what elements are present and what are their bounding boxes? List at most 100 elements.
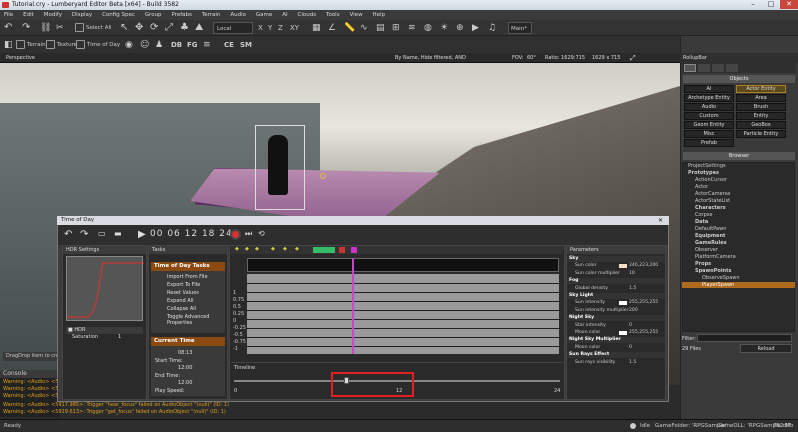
axis-x-button[interactable]: X bbox=[258, 22, 263, 34]
layers-icon[interactable]: ≋ bbox=[408, 22, 416, 34]
sm-button[interactable]: SM bbox=[240, 39, 252, 51]
menu-audio[interactable]: Audio bbox=[226, 10, 250, 20]
tod-next-icon[interactable]: ⏭ bbox=[245, 229, 252, 239]
param-value[interactable]: 200 bbox=[629, 308, 638, 314]
character-figure[interactable] bbox=[268, 135, 288, 195]
menu-view[interactable]: View bbox=[346, 10, 367, 20]
param-row[interactable]: Moon color 0 bbox=[567, 345, 665, 351]
tod-redo-icon[interactable]: ↷ bbox=[80, 229, 88, 240]
menu-file[interactable]: File bbox=[0, 10, 17, 20]
object-button-geobox[interactable]: GeoBox bbox=[736, 121, 786, 129]
redo-icon[interactable]: ↷ bbox=[22, 22, 30, 34]
menu-group[interactable]: Group bbox=[141, 10, 166, 20]
color-swatch[interactable] bbox=[619, 264, 627, 269]
object-button-geom-entity[interactable]: Geom Entity bbox=[684, 121, 734, 129]
param-row[interactable]: Sun color multiplier 10 bbox=[567, 271, 665, 277]
fov-value[interactable]: 60° bbox=[527, 53, 536, 63]
task-export[interactable]: Export To File bbox=[167, 282, 200, 288]
param-value[interactable]: 246,223,200 bbox=[629, 263, 658, 269]
menu-ai[interactable]: AI bbox=[278, 10, 291, 20]
tree-item[interactable]: ActorCameras bbox=[695, 191, 730, 197]
axis-xy-button[interactable]: XY bbox=[290, 22, 299, 34]
tree-item[interactable]: Actor bbox=[695, 184, 708, 190]
tod-play-icon[interactable]: ▶ bbox=[138, 229, 146, 240]
object-button-audio[interactable]: Audio bbox=[684, 103, 734, 111]
tod-import-icon[interactable]: ▭ bbox=[98, 229, 106, 238]
curve-editor-icon[interactable]: ∿ bbox=[360, 22, 368, 34]
color-swatch[interactable] bbox=[619, 301, 627, 306]
texture-button[interactable]: Texture bbox=[46, 39, 77, 51]
viewport-name[interactable]: Perspective bbox=[6, 53, 35, 63]
task-collapse-all[interactable]: Collapse All bbox=[167, 306, 196, 312]
object-button-entity[interactable]: Entity bbox=[736, 112, 786, 120]
menu-prefabs[interactable]: Prefabs bbox=[167, 10, 195, 20]
tree-item[interactable]: ProjectSettings bbox=[688, 163, 726, 169]
object-button-particle-entity[interactable]: Particle Entity bbox=[736, 130, 786, 138]
key-tool-icon[interactable]: ◆ bbox=[255, 246, 259, 252]
flowgraph-icon[interactable]: ⊞ bbox=[392, 22, 400, 34]
object-button-custom[interactable]: Custom bbox=[684, 112, 734, 120]
menu-modify[interactable]: Modify bbox=[40, 10, 66, 20]
param-value[interactable]: 255,255,255 bbox=[629, 330, 658, 336]
tree-item[interactable]: DefaultPawn bbox=[695, 226, 726, 232]
rotate-tool-icon[interactable]: ⟳ bbox=[150, 22, 158, 34]
ai-point-icon[interactable]: ♣ bbox=[180, 22, 189, 34]
tree-item[interactable]: SpawnPoints bbox=[695, 268, 731, 274]
param-value[interactable]: 0 bbox=[629, 345, 632, 351]
current-time-marker[interactable] bbox=[352, 258, 354, 354]
tree-item[interactable]: ActionCursor bbox=[695, 177, 727, 183]
tangent-tools-icon[interactable] bbox=[313, 247, 335, 253]
menu-game[interactable]: Game bbox=[252, 10, 276, 20]
tree-item[interactable]: Equipment bbox=[695, 233, 725, 239]
axis-y-button[interactable]: Y bbox=[268, 22, 272, 34]
object-button-ai[interactable]: AI bbox=[684, 85, 734, 93]
param-group-header[interactable]: Night Sky Multiplier bbox=[567, 337, 665, 344]
select-tool-icon[interactable]: ↖ bbox=[120, 22, 128, 34]
menu-help[interactable]: Help bbox=[369, 10, 390, 20]
param-value[interactable]: 1.5 bbox=[629, 360, 636, 366]
db-button[interactable]: DB bbox=[171, 39, 182, 51]
move-tool-icon[interactable]: ✥ bbox=[135, 22, 143, 34]
graph-icon[interactable]: ▤ bbox=[376, 22, 385, 34]
tod-save-icon[interactable]: ▬ bbox=[114, 229, 122, 238]
tod-close-icon[interactable]: ✕ bbox=[658, 216, 663, 225]
param-row[interactable]: Sun intensity 255,255,255 bbox=[567, 300, 665, 306]
time-of-day-button[interactable]: Time of Day bbox=[76, 39, 120, 51]
tree-item[interactable]: Props bbox=[695, 261, 711, 267]
tree-item[interactable]: Observer bbox=[695, 247, 718, 253]
viewport-filter[interactable]: By Name, Hide filtered, AND bbox=[395, 53, 466, 63]
tree-item-selected[interactable]: PlayerSpawn bbox=[682, 282, 795, 288]
main-layer-select[interactable]: Main* bbox=[508, 22, 532, 34]
character-editor-icon[interactable]: ☺ bbox=[140, 39, 149, 51]
param-value[interactable]: 10 bbox=[629, 271, 635, 277]
terrain-button[interactable]: Terrain bbox=[16, 39, 46, 51]
param-row[interactable]: Sun intensity multiplier 200 bbox=[567, 308, 665, 314]
param-value[interactable]: 0 bbox=[629, 323, 632, 329]
rollup-terrain-tab-icon[interactable] bbox=[698, 64, 710, 72]
object-button-actor-entity[interactable]: Actor Entity bbox=[736, 85, 786, 93]
ce-button[interactable]: CE bbox=[224, 39, 234, 51]
hdr-saturation-value[interactable]: 1 bbox=[118, 334, 121, 341]
tree-item[interactable]: GameRules bbox=[695, 240, 727, 246]
tod-undo-icon[interactable]: ↶ bbox=[64, 229, 72, 240]
coord-system-select[interactable]: Local bbox=[213, 22, 253, 34]
key-tool-icon[interactable]: ◆ bbox=[283, 246, 287, 252]
start-time-value[interactable]: 12:00 bbox=[178, 365, 192, 371]
material-editor-icon[interactable]: ◉ bbox=[125, 39, 133, 51]
key-tool-icon[interactable]: ◆ bbox=[245, 246, 249, 252]
tree-item[interactable]: Corpse bbox=[695, 212, 712, 218]
ruler-icon[interactable]: 📏 bbox=[344, 22, 355, 34]
current-time-value[interactable]: 08:13 bbox=[178, 350, 192, 356]
minimize-button[interactable]: – bbox=[744, 0, 762, 9]
tree-item[interactable]: Prototypes bbox=[688, 170, 719, 176]
close-button[interactable]: ✕ bbox=[780, 0, 798, 9]
object-button-misc[interactable]: Misc bbox=[684, 130, 734, 138]
snap-grid-icon[interactable]: ▦ bbox=[312, 22, 321, 34]
key-tool-icon[interactable]: ◆ bbox=[235, 246, 239, 252]
menu-clouds[interactable]: Clouds bbox=[294, 10, 321, 20]
tod-loop-icon[interactable]: ⟲ bbox=[258, 229, 265, 238]
reload-button[interactable]: Reload bbox=[740, 344, 792, 353]
current-time-header[interactable]: Current Time bbox=[151, 337, 225, 346]
param-row[interactable]: Sun color 246,223,200 bbox=[567, 263, 665, 269]
task-toggle-advanced[interactable]: Toggle Advanced Properties bbox=[167, 314, 219, 326]
